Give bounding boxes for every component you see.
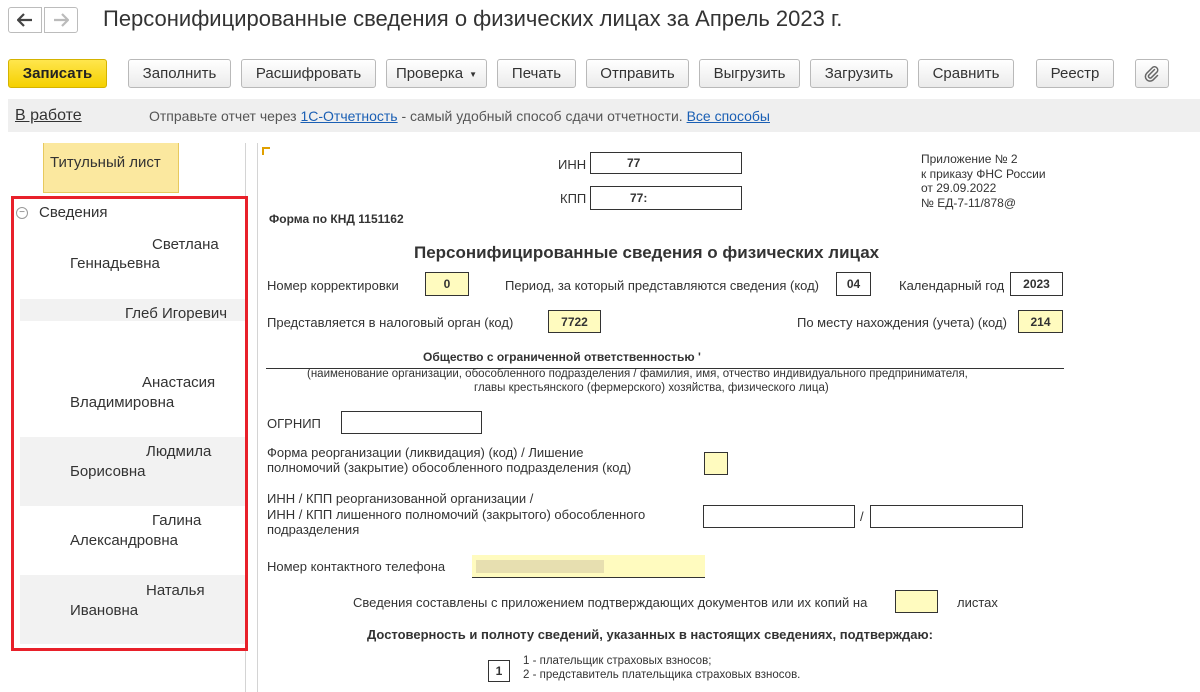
save-button[interactable]: Записать (8, 59, 107, 88)
year-label: Календарный год (899, 278, 1005, 293)
person-item[interactable]: Светлана Геннадьевна (20, 230, 245, 299)
phone-field[interactable] (472, 555, 705, 578)
status-message-middle: - самый удобный способ сдачи отчетности. (397, 108, 687, 124)
redacted-field (20, 321, 245, 368)
person-last-name: Борисовна (70, 463, 146, 480)
redacted-field (476, 560, 604, 573)
correction-field[interactable]: 0 (425, 272, 469, 296)
status-message-prefix: Отправьте отчет через (149, 108, 301, 124)
person-first-name: Наталья (146, 582, 205, 599)
person-last-name: Геннадьевна (70, 255, 160, 272)
report-form: ИНН 77 КПП 77: Приложение № 2 к приказу … (257, 143, 1200, 692)
check-dropdown-button[interactable]: Проверка ▼ (386, 59, 487, 88)
person-first-name: Галина (152, 512, 202, 529)
tree-group-info[interactable]: − Сведения (16, 204, 108, 221)
inn-kpp-separator: / (860, 509, 864, 524)
person-first-name: Анастасия (142, 374, 216, 391)
location-field[interactable]: 214 (1018, 310, 1063, 333)
compare-button[interactable]: Сравнить (918, 59, 1014, 88)
chevron-down-icon: ▼ (469, 70, 478, 79)
tree-group-label: Сведения (39, 204, 108, 221)
inn-field[interactable]: 77 (590, 152, 742, 174)
signer-option-1: 1 - плательщик страховых взносов; (523, 655, 712, 667)
documents-suffix: листах (957, 595, 998, 610)
send-button[interactable]: Отправить (586, 59, 689, 88)
collapse-icon[interactable]: − (16, 206, 28, 219)
reorg-inn-line-1: ИНН / КПП реорганизованной организации / (267, 491, 534, 506)
status-state-link[interactable]: В работе (15, 107, 82, 125)
reporting-link[interactable]: 1С-Отчетность (300, 108, 397, 124)
confirmation-heading: Достоверность и полноту сведений, указан… (367, 627, 933, 642)
period-field[interactable]: 04 (836, 272, 871, 296)
person-item[interactable]: Анастасия Владимировна (20, 368, 245, 437)
ogrnip-field[interactable] (341, 411, 482, 434)
person-first-name: Светлана (152, 236, 219, 253)
documents-pages-field[interactable] (895, 590, 938, 613)
person-item[interactable]: Галина Александровна (20, 506, 245, 575)
appendix-line-2: к приказу ФНС России (921, 167, 1046, 181)
window-title: Персонифицированные сведения о физически… (103, 6, 843, 31)
person-item[interactable]: Наталья Ивановна (20, 575, 245, 644)
reorg-label-line-2: полномочий (закрытие) обособленного подр… (267, 460, 632, 475)
correction-label: Номер корректировки (267, 278, 399, 293)
arrow-right-icon (54, 13, 69, 27)
person-last-name: Ивановна (70, 602, 139, 619)
period-label: Период, за который представляются сведен… (505, 278, 820, 293)
registry-button[interactable]: Реестр (1036, 59, 1114, 88)
load-button[interactable]: Загрузить (810, 59, 908, 88)
year-field[interactable]: 2023 (1010, 272, 1063, 296)
kpp-label: КПП (560, 191, 587, 206)
tax-office-field[interactable]: 7722 (548, 310, 601, 333)
reorg-inn-field[interactable] (703, 505, 855, 528)
person-last-name: Владимировна (70, 394, 175, 411)
attachment-button[interactable] (1135, 59, 1169, 88)
form-title: Персонифицированные сведения о физически… (414, 243, 880, 262)
redacted-field (64, 274, 160, 292)
reorg-inn-line-3: подразделения (267, 522, 360, 537)
print-button[interactable]: Печать (497, 59, 576, 88)
location-label: По месту нахождения (учета) (код) (797, 315, 1007, 330)
person-first-name: Глеб Игоревич (125, 305, 228, 322)
org-caption-line-1: (наименование организации, обособленного… (307, 368, 968, 380)
inn-label: ИНН (558, 157, 587, 172)
title-page-item[interactable]: Титульный лист (43, 143, 179, 193)
redacted-field (62, 374, 140, 392)
check-button-label: Проверка (395, 65, 464, 82)
unload-button[interactable]: Выгрузить (699, 59, 800, 88)
organization-name: Общество с ограниченной ответственностью… (423, 350, 701, 364)
person-item[interactable]: Людмила Борисовна (20, 437, 245, 506)
reorg-kpp-field[interactable] (870, 505, 1023, 528)
reorg-label-line-1: Форма реорганизации (ликвидация) (код) /… (267, 445, 584, 460)
knd-code: Форма по КНД 1151162 (269, 212, 404, 226)
person-item[interactable]: Глеб Игоревич (20, 299, 245, 368)
all-methods-link[interactable]: Все способы (687, 108, 770, 124)
arrow-left-icon (17, 13, 32, 27)
signer-type-field[interactable]: 1 (488, 660, 510, 682)
person-last-name: Александровна (70, 532, 178, 549)
reorg-form-field[interactable] (704, 452, 728, 475)
back-button[interactable] (8, 7, 42, 33)
fill-button[interactable]: Заполнить (128, 59, 231, 88)
signer-option-2: 2 - представитель плательщика страховых … (523, 669, 801, 681)
reorg-inn-line-2: ИНН / КПП лишенного полномочий (закрытог… (267, 507, 646, 522)
status-message: Отправьте отчет через 1С-Отчетность - са… (149, 108, 770, 124)
forward-button[interactable] (44, 7, 78, 33)
decode-button[interactable]: Расшифровать (241, 59, 376, 88)
appendix-line-4: № ЕД-7-11/878@ (921, 196, 1016, 210)
form-corner-marker (262, 147, 270, 155)
ogrnip-label: ОГРНИП (267, 416, 321, 431)
sections-panel: Титульный лист − Сведения Светлана Генна… (8, 143, 248, 692)
redacted-field (60, 508, 150, 526)
kpp-field[interactable]: 77: (590, 186, 742, 210)
phone-label: Номер контактного телефона (267, 559, 446, 574)
documents-label: Сведения составлены с приложением подтве… (353, 595, 868, 610)
person-first-name: Людмила (146, 443, 212, 460)
appendix-line-3: от 29.09.2022 (921, 181, 997, 195)
paperclip-icon (1144, 65, 1159, 82)
appendix-line-1: Приложение № 2 (921, 152, 1018, 166)
redacted-field (60, 232, 150, 250)
status-bar: В работе Отправьте отчет через 1С-Отчетн… (8, 99, 1200, 132)
tax-office-label: Представляется в налоговый орган (код) (267, 315, 514, 330)
org-caption-line-2: главы крестьянского (фермерского) хозяйс… (474, 382, 829, 394)
